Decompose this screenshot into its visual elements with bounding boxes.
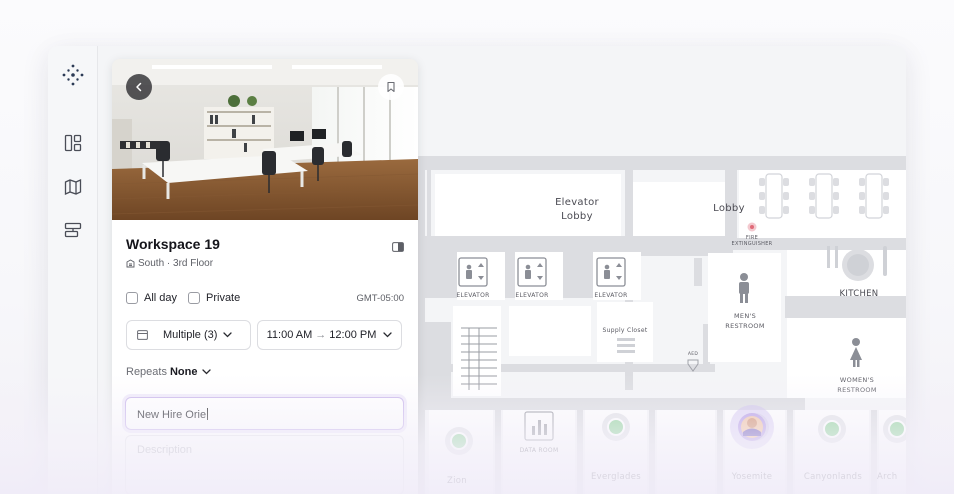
womens-label: WOMEN'S	[839, 376, 875, 384]
elevator-label-1: ELEVATOR	[456, 292, 490, 299]
text-cursor	[207, 408, 209, 420]
room-label-yosemite[interactable]: Yosemite	[719, 472, 785, 482]
booking-options: All day Private GMT-05:00	[126, 291, 404, 307]
aed-label: AED	[687, 352, 699, 357]
elevator-label-3: ELEVATOR	[594, 292, 628, 299]
bookmark-icon	[387, 81, 395, 93]
repeats-value: None	[169, 366, 198, 378]
room-label-canyonlands[interactable]: Canyonlands	[793, 472, 873, 482]
mens-label: MEN'S	[734, 312, 756, 320]
building-icon	[126, 259, 135, 268]
data-room-label: DATA ROOM	[519, 447, 559, 454]
supply-closet-label: Supply Closet	[602, 327, 648, 334]
womens-label-2: RESTROOM	[837, 386, 877, 394]
chevron-left-icon	[136, 82, 142, 92]
private-checkbox[interactable]	[188, 292, 200, 304]
repeats-select[interactable]: Repeats None	[126, 366, 212, 378]
time-start: 11:00 AM	[266, 329, 313, 341]
floor-plan[interactable]: Elevator Lobby Lobby ELEVATOR ELEVATOR E…	[417, 46, 906, 494]
event-name-input[interactable]: New Hire Orie	[125, 397, 404, 430]
chevron-down-icon	[202, 369, 212, 375]
elevator-lobby-label: Elevator	[555, 197, 599, 208]
nav-rail	[48, 46, 98, 494]
lobby-label: Lobby	[713, 203, 745, 214]
date-multiple-select[interactable]: Multiple (3)	[126, 320, 251, 350]
time-arrow: →	[315, 329, 327, 341]
time-range-select[interactable]: 11:00 AM → 12:00 PM	[257, 320, 402, 350]
room-label-zion[interactable]: Zion	[431, 476, 483, 486]
time-end: 12:00 PM	[329, 329, 377, 341]
panel-toggle-icon[interactable]	[392, 239, 404, 257]
kitchen-label: KITCHEN	[839, 289, 879, 299]
description-input[interactable]: Description	[125, 435, 404, 494]
workspace-title: Workspace 19	[126, 236, 220, 252]
workspace-location: South · 3rd Floor	[126, 258, 213, 269]
chevron-down-icon	[223, 332, 233, 338]
workspace-location-text: South · 3rd Floor	[138, 258, 214, 269]
private-label: Private	[206, 292, 241, 304]
dashboard-icon[interactable]	[63, 133, 83, 153]
timezone-label[interactable]: GMT-05:00	[356, 293, 404, 304]
description-placeholder: Description	[137, 444, 193, 456]
all-day-label: All day	[144, 292, 178, 304]
bookmark-button[interactable]	[378, 74, 404, 100]
workspace-panel: Workspace 19 South · 3rd Floor All day P…	[112, 59, 418, 494]
back-button[interactable]	[126, 74, 152, 100]
chevron-down-icon	[383, 332, 393, 338]
multiple-label: Multiple (3)	[163, 329, 218, 341]
elevator-label-2: ELEVATOR	[515, 292, 549, 299]
event-name-value: New Hire Orie	[137, 409, 207, 421]
fire-label-2: EXTINGUISHER	[731, 241, 773, 247]
layout-icon[interactable]	[63, 220, 83, 240]
elevator-lobby-label-2: Lobby	[561, 211, 593, 222]
app-window: Elevator Lobby Lobby ELEVATOR ELEVATOR E…	[48, 46, 906, 494]
room-label-arch[interactable]: Arch	[877, 472, 906, 482]
workspace-photo	[112, 59, 418, 220]
mens-label-2: RESTROOM	[725, 322, 765, 330]
repeats-label: Repeats	[126, 366, 167, 378]
dots-logo-icon[interactable]	[60, 62, 86, 88]
map-icon[interactable]	[63, 177, 83, 197]
calendar-icon	[137, 330, 148, 340]
all-day-checkbox[interactable]	[126, 292, 138, 304]
room-label-everglades[interactable]: Everglades	[581, 472, 651, 482]
